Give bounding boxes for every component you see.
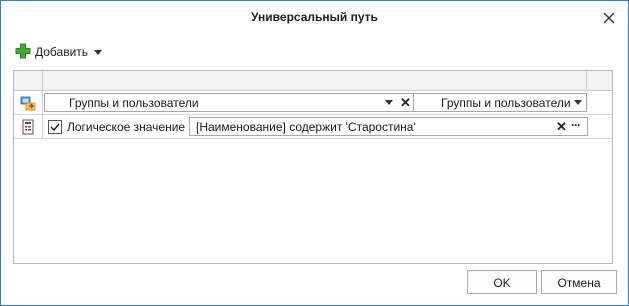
type-select[interactable]: Группы и пользователи bbox=[413, 93, 587, 112]
cancel-button[interactable]: Отмена bbox=[541, 270, 617, 294]
chevron-down-icon bbox=[94, 49, 103, 55]
close-icon[interactable] bbox=[600, 9, 618, 27]
clear-icon[interactable]: ✕ bbox=[556, 120, 567, 133]
condition-expression-field[interactable]: [Наименование] содержит 'Старостина' ✕ ·… bbox=[189, 117, 588, 136]
grid-row-condition: Логическое значение [Наименование] содер… bbox=[14, 115, 612, 139]
ok-button[interactable]: OK bbox=[467, 270, 537, 294]
checkmark-icon bbox=[50, 123, 60, 132]
header-divider bbox=[586, 71, 587, 90]
clear-icon[interactable]: ✕ bbox=[400, 96, 411, 109]
more-options-icon[interactable]: ··· bbox=[571, 118, 581, 132]
grid-row-path: Группы и пользователи ✕ Группы и пользов… bbox=[14, 91, 612, 115]
boolean-checkbox-label: Логическое значение bbox=[67, 120, 186, 134]
condition-expression-value: [Наименование] содержит 'Старостина' bbox=[196, 120, 416, 134]
universal-path-dialog: Универсальный путь Добавить Группы и пол… bbox=[0, 0, 629, 306]
row-divider bbox=[42, 115, 43, 138]
field-select-value: Группы и пользователи bbox=[69, 96, 199, 110]
chevron-down-icon[interactable] bbox=[574, 100, 582, 105]
grid-header bbox=[14, 71, 612, 91]
header-divider bbox=[42, 71, 43, 90]
path-grid: Группы и пользователи ✕ Группы и пользов… bbox=[13, 70, 613, 264]
add-button-label: Добавить bbox=[35, 45, 89, 59]
green-plus-icon bbox=[15, 43, 31, 62]
condition-list-icon bbox=[20, 119, 36, 135]
title-bar: Универсальный путь bbox=[1, 1, 628, 35]
dialog-title: Универсальный путь bbox=[251, 10, 378, 24]
path-link-icon bbox=[20, 95, 36, 111]
boolean-checkbox[interactable] bbox=[48, 120, 62, 134]
chevron-down-icon[interactable] bbox=[385, 100, 393, 105]
field-select[interactable]: Группы и пользователи ✕ bbox=[44, 93, 414, 112]
add-button[interactable]: Добавить bbox=[15, 41, 103, 63]
row-divider bbox=[42, 91, 43, 114]
type-select-value: Группы и пользователи bbox=[441, 96, 571, 110]
